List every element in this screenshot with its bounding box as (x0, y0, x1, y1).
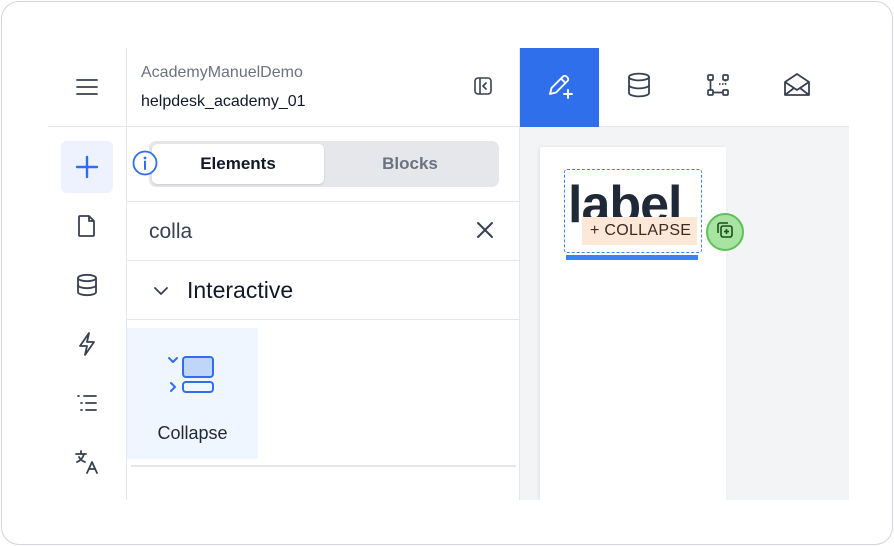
collapse-panel-button[interactable] (471, 76, 495, 100)
lightning-icon (77, 331, 97, 357)
close-icon (476, 221, 494, 244)
window-frame: AcademyManuelDemo helpdesk_academy_01 El… (1, 1, 893, 545)
clear-search-button[interactable] (473, 220, 497, 244)
component-tile-collapse[interactable]: Collapse (127, 328, 258, 459)
edit-pen-icon (545, 70, 575, 105)
group-interactive[interactable]: Interactive (127, 261, 520, 320)
translate-icon (74, 449, 100, 475)
mail-icon (782, 71, 812, 104)
canvas-page[interactable]: label + COLLAPSE (540, 147, 744, 500)
group-label: Interactive (187, 277, 294, 303)
database-name: helpdesk_academy_01 (141, 93, 306, 110)
tab-elements[interactable]: Elements (152, 144, 324, 184)
collapse-component-icon (167, 354, 217, 403)
sidebar-collapse-icon (473, 76, 493, 101)
database-icon (76, 273, 98, 297)
database-icon (627, 72, 651, 103)
rail-item-translations[interactable] (61, 436, 113, 488)
hamburger-icon (75, 77, 99, 97)
tool-email[interactable] (757, 48, 836, 127)
drag-preview-chip: + COLLAPSE (582, 217, 698, 245)
tool-workflows[interactable] (678, 48, 757, 127)
info-icon[interactable] (132, 150, 158, 176)
elements-panel: AcademyManuelDemo helpdesk_academy_01 El… (127, 48, 520, 500)
copy-plus-icon (716, 221, 734, 244)
workflow-icon (705, 72, 731, 103)
tool-data[interactable] (599, 48, 678, 127)
top-toolbar (520, 48, 849, 127)
file-icon (76, 214, 98, 238)
tab-blocks[interactable]: Blocks (324, 144, 496, 184)
search-row (127, 201, 520, 261)
list-icon (75, 392, 99, 414)
rail-item-actions[interactable] (61, 318, 113, 370)
tool-design[interactable] (520, 48, 599, 127)
plus-icon (75, 155, 99, 179)
drop-badge (706, 213, 744, 251)
rail-header (48, 48, 127, 127)
app-name: AcademyManuelDemo (141, 64, 303, 81)
divider (131, 465, 516, 467)
elements-blocks-switch: Elements Blocks (132, 141, 499, 187)
canvas[interactable]: label + COLLAPSE (520, 127, 849, 500)
search-input[interactable] (149, 216, 459, 248)
rail-item-add[interactable] (61, 141, 113, 193)
builder-app: AcademyManuelDemo helpdesk_academy_01 El… (48, 48, 849, 500)
rail-item-structure[interactable] (61, 377, 113, 429)
rail-item-pages[interactable] (61, 200, 113, 252)
component-label: Collapse (157, 423, 228, 443)
chevron-down-icon (151, 281, 171, 301)
panel-header: AcademyManuelDemo helpdesk_academy_01 (127, 48, 520, 127)
drop-indicator (566, 255, 698, 260)
menu-button[interactable] (61, 61, 113, 113)
left-rail (48, 48, 127, 500)
rail-item-data[interactable] (61, 259, 113, 311)
